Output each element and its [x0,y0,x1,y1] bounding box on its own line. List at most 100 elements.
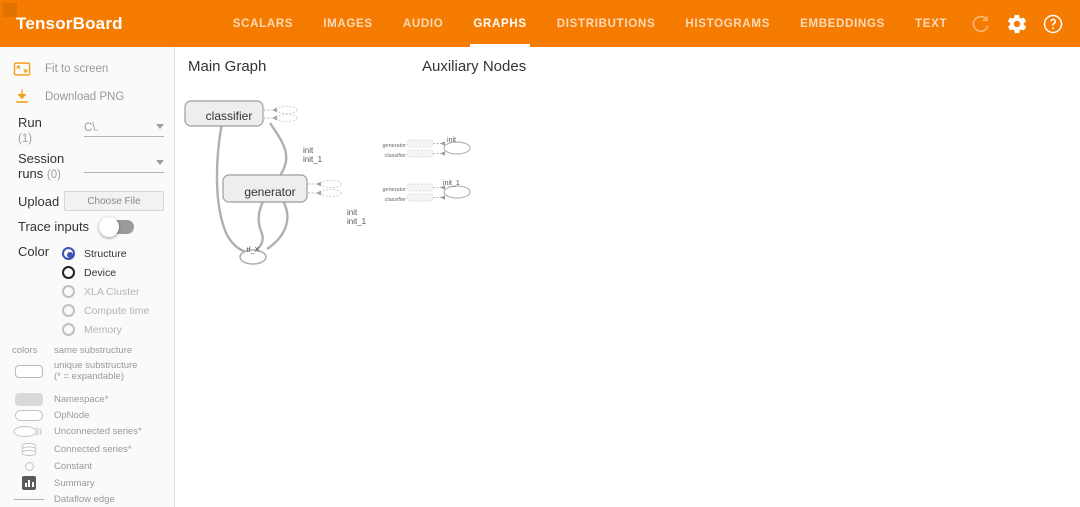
legend-unconnected-series-label: Unconnected series* [54,426,142,437]
aux-classifier-pill-2 [406,193,434,202]
aux-generator-label-1[interactable]: generator [382,143,406,149]
session-runs-row: Session runs (0) [0,147,174,183]
help-icon[interactable] [1042,13,1064,35]
opnode-swatch-icon [12,410,46,421]
legend-summary-label: Summary [54,477,95,489]
radio-structure-icon [62,247,75,260]
color-option-compute-time-label: Compute time [84,304,150,317]
node-classifier-label[interactable]: classifier [190,109,268,123]
color-option-xla-cluster[interactable]: XLA Cluster [62,282,164,301]
tab-images[interactable]: IMAGES [308,0,388,47]
dataflow-edge-swatch-icon [12,499,46,500]
legend-connected-series-label: Connected series* [54,444,132,455]
legend-item-constant: Constant [0,459,174,474]
constant-swatch-icon [12,462,46,471]
tab-histograms[interactable]: HISTOGRAMS [670,0,785,47]
node-generator-init-1 [320,188,342,198]
node-tf-x-label[interactable]: tf_X [236,245,270,254]
unique-substructure-swatch [12,364,46,378]
graph-canvas[interactable]: Main Graph Auxiliary Nodes classifier ge… [175,47,1080,507]
aux-generator-pill-1 [406,139,434,148]
radio-xla-cluster-icon [62,285,75,298]
trace-inputs-row: Trace inputs [0,213,174,237]
download-png-label: Download PNG [45,91,125,103]
aux-generator-label-2[interactable]: generator [382,187,406,193]
session-label-text2: runs [18,166,44,181]
unconnected-series-swatch-icon [12,425,46,438]
legend-constant-label: Constant [54,461,93,472]
download-icon [16,89,28,103]
generator-init-1-label[interactable]: init_1 [347,217,366,226]
session-runs-label: Session runs (0) [18,151,80,183]
tab-text[interactable]: TEXT [900,0,962,47]
legend-item-opnode: OpNode [0,408,174,423]
radio-compute-time-icon [62,304,75,317]
tab-scalars[interactable]: SCALARS [218,0,309,47]
aux-init-label[interactable]: init [447,137,456,144]
aux-node-init-1 [443,185,471,199]
session-label-text: Session [18,151,65,166]
run-selector-row: Run (1) C\. [0,111,174,147]
tab-embeddings[interactable]: EMBEDDINGS [785,0,900,47]
toggle-knob [99,216,119,237]
download-png-row[interactable]: Download PNG [0,83,174,111]
trace-inputs-label: Trace inputs [18,219,90,234]
run-dropdown-value: C\. [84,121,99,134]
aux-classifier-label-1[interactable]: classifier [382,153,406,159]
color-radio-group: Structure Device XLA Cluster Compute tim… [62,244,164,339]
node-generator-label[interactable]: generator [228,185,312,199]
tab-audio[interactable]: AUDIO [388,0,459,47]
node-classifier-init-1 [276,113,298,123]
legend-item-summary: Summary [0,474,174,492]
legend-colors-same: colors same substructure [0,343,174,358]
graph-sidebar: Fit to screen Download PNG Run (1) C\. S… [0,47,175,507]
header-actions [970,0,1080,47]
legend-namespace-label: Namespace* [54,394,109,405]
session-runs-dropdown[interactable] [84,155,164,173]
tab-distributions[interactable]: DISTRIBUTIONS [542,0,671,47]
tab-graphs[interactable]: GRAPHS [458,0,541,47]
legend-opnode-label: OpNode [54,410,90,421]
fit-to-screen-icon [13,62,31,76]
color-label: Color [18,244,50,259]
auxiliary-nodes-title: Auxiliary Nodes [422,58,527,75]
fit-to-screen-row[interactable]: Fit to screen [0,55,174,83]
generator-init-label[interactable]: init [347,208,357,217]
legend-dataflow-edge-label: Dataflow edge [54,494,115,505]
legend-item-unconnected-series: Unconnected series* [0,423,174,440]
aux-classifier-label-2[interactable]: classifier [382,197,406,203]
color-option-xla-cluster-label: XLA Cluster [84,285,140,298]
color-option-structure-label: Structure [84,247,127,260]
upload-row: Upload Choose File [0,183,174,213]
node-classifier-init [276,105,298,115]
aux-init-1-label[interactable]: init_1 [443,180,460,187]
color-option-memory-label: Memory [84,323,122,336]
legend-unique-substructure-text: unique substructure (* = expandable) [54,360,137,382]
legend-unique-line1: unique substructure [54,360,138,371]
legend-colors-unique: unique substructure (* = expandable) [0,358,174,384]
app-title: TensorBoard [16,13,123,33]
main-nav: SCALARS IMAGES AUDIO GRAPHS DISTRIBUTION… [218,0,963,47]
refresh-icon[interactable] [970,13,992,35]
legend-item-connected-series: Connected series* [0,440,174,459]
graph-legend: colors same substructure unique substruc… [0,339,174,507]
color-option-device[interactable]: Device [62,263,164,282]
choose-file-button[interactable]: Choose File [64,191,164,211]
run-label-text: Run [18,115,42,130]
classifier-init-1-label[interactable]: init_1 [303,155,322,164]
legend-item-dataflow-edge: Dataflow edge [0,492,174,507]
chevron-down-icon [156,124,164,129]
aux-generator-pill-2 [406,183,434,192]
summary-swatch-icon [12,476,46,490]
namespace-swatch-icon [12,393,46,406]
classifier-init-label[interactable]: init [303,146,313,155]
node-generator-init [320,179,342,189]
color-option-memory[interactable]: Memory [62,320,164,339]
legend-item-namespace: Namespace* [0,391,174,408]
color-option-compute-time[interactable]: Compute time [62,301,164,320]
connected-series-swatch-icon [12,442,46,457]
run-dropdown[interactable]: C\. [84,119,164,137]
color-option-structure[interactable]: Structure [62,244,164,263]
trace-inputs-toggle[interactable] [99,216,134,237]
settings-gear-icon[interactable] [1006,13,1028,35]
